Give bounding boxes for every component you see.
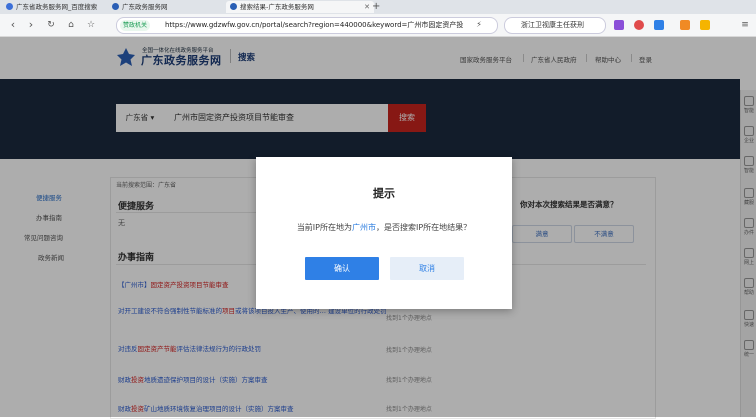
message-text: 当前IP所在地为 — [296, 223, 352, 232]
back-icon[interactable]: ‹ — [6, 18, 20, 32]
tab-label: 广东政务服务网 — [122, 3, 168, 11]
browser-tab-3[interactable]: 搜索结果-广东政务服务网 ✕ — [226, 1, 374, 13]
city-name: 广州市 — [352, 223, 376, 232]
location-prompt-dialog: 提示 当前IP所在地为广州市，是否搜索IP所在地结果？ 确认 取消 — [256, 157, 512, 309]
menu-icon[interactable]: ≡ — [738, 18, 752, 32]
close-tab-icon[interactable]: ✕ — [364, 1, 370, 13]
new-tab-button[interactable]: + — [372, 0, 380, 14]
confirm-button[interactable]: 确认 — [305, 257, 379, 280]
message-text: ，是否搜索IP所在地结果？ — [376, 223, 472, 232]
security-badge: 赞政机关 — [120, 20, 151, 31]
browser-tab-2[interactable]: 广东政务服务网 — [108, 1, 226, 13]
search-box-text: 浙江卫视康主任获刑 — [521, 21, 584, 29]
reload-icon[interactable]: ↻ — [44, 18, 58, 32]
dialog-message: 当前IP所在地为广州市，是否搜索IP所在地结果？ — [256, 222, 512, 233]
extension-icon[interactable] — [614, 20, 624, 30]
game-icon[interactable] — [680, 20, 690, 30]
grid-icon[interactable] — [654, 20, 664, 30]
site-favicon-icon — [230, 3, 237, 10]
browser-tab-1[interactable]: 广东省政务服务网_百度搜索 — [2, 1, 110, 13]
lightning-icon[interactable]: ⚡ — [472, 18, 486, 32]
dialog-title: 提示 — [373, 187, 395, 200]
scissors-icon[interactable] — [634, 20, 644, 30]
tab-label: 搜索结果-广东政务服务网 — [240, 3, 314, 11]
site-favicon-icon — [112, 3, 119, 10]
browser-toolbar: ‹ › ↻ ⌂ ☆ 赞政机关 https://www.gdzwfw.gov.cn… — [0, 14, 756, 37]
browser-search-box[interactable]: 浙江卫视康主任获刑 — [504, 17, 606, 34]
cancel-button[interactable]: 取消 — [390, 257, 464, 280]
address-bar[interactable]: 赞政机关 https://www.gdzwfw.gov.cn/portal/se… — [116, 17, 498, 34]
url-text[interactable]: https://www.gdzwfw.gov.cn/portal/search?… — [165, 18, 465, 33]
star-icon[interactable]: ☆ — [84, 18, 98, 32]
home-icon[interactable]: ⌂ — [64, 18, 78, 32]
baidu-favicon-icon — [6, 3, 13, 10]
forward-icon[interactable]: › — [24, 18, 38, 32]
browser-tab-bar: 广东省政务服务网_百度搜索 广东政务服务网 搜索结果-广东政务服务网 ✕ + — [0, 0, 756, 14]
shield-icon[interactable] — [700, 20, 710, 30]
tab-label: 广东省政务服务网_百度搜索 — [16, 3, 98, 11]
